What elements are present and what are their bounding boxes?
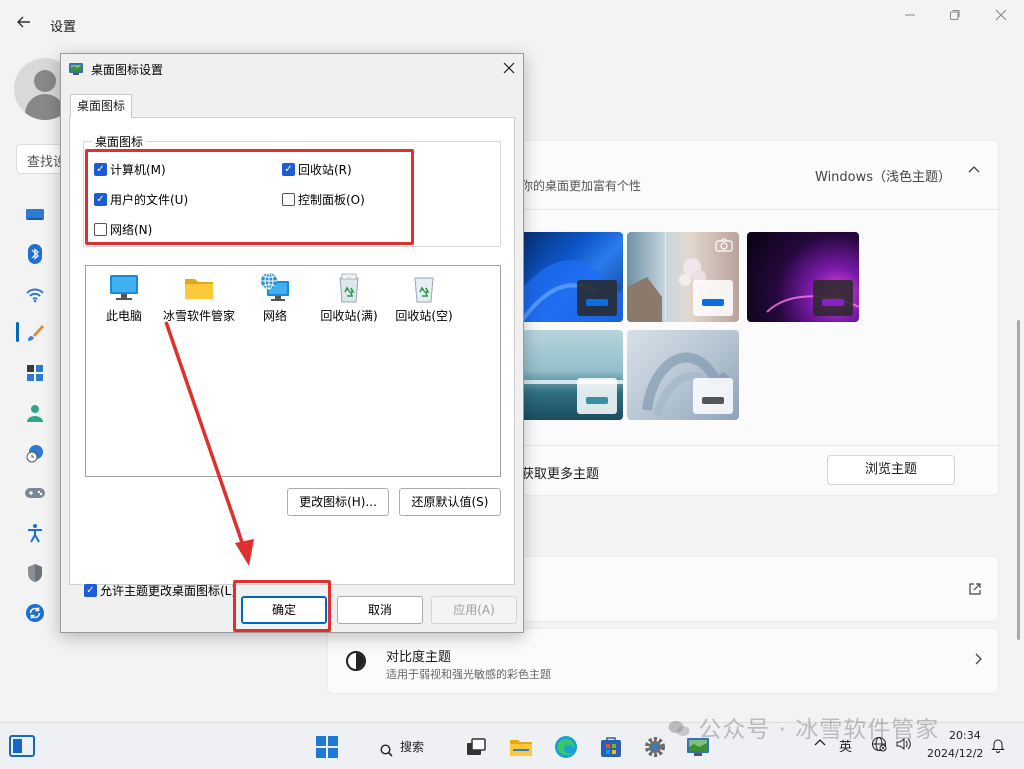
task-view-icon[interactable] <box>464 735 488 759</box>
clock-date[interactable]: 2024/12/2 <box>927 747 983 760</box>
file-explorer-icon[interactable] <box>509 735 533 759</box>
store-icon[interactable] <box>599 735 623 759</box>
widgets-icon[interactable] <box>9 735 35 757</box>
start-windows-icon[interactable] <box>315 735 339 759</box>
notification-bell-icon[interactable] <box>990 737 1006 756</box>
search-icon <box>380 740 393 766</box>
wechat-icon <box>668 721 690 736</box>
clock-time[interactable]: 20:34 <box>949 729 981 742</box>
settings-gear-icon[interactable] <box>643 735 667 759</box>
edge-browser-icon[interactable] <box>554 735 578 759</box>
tab-desktop-icons[interactable]: 桌面图标 <box>70 94 132 118</box>
watermark: 公众号 · 冰雪软件管家 <box>668 710 939 744</box>
annotation-arrow <box>164 321 254 566</box>
taskbar-search[interactable]: 搜索 <box>370 734 450 760</box>
